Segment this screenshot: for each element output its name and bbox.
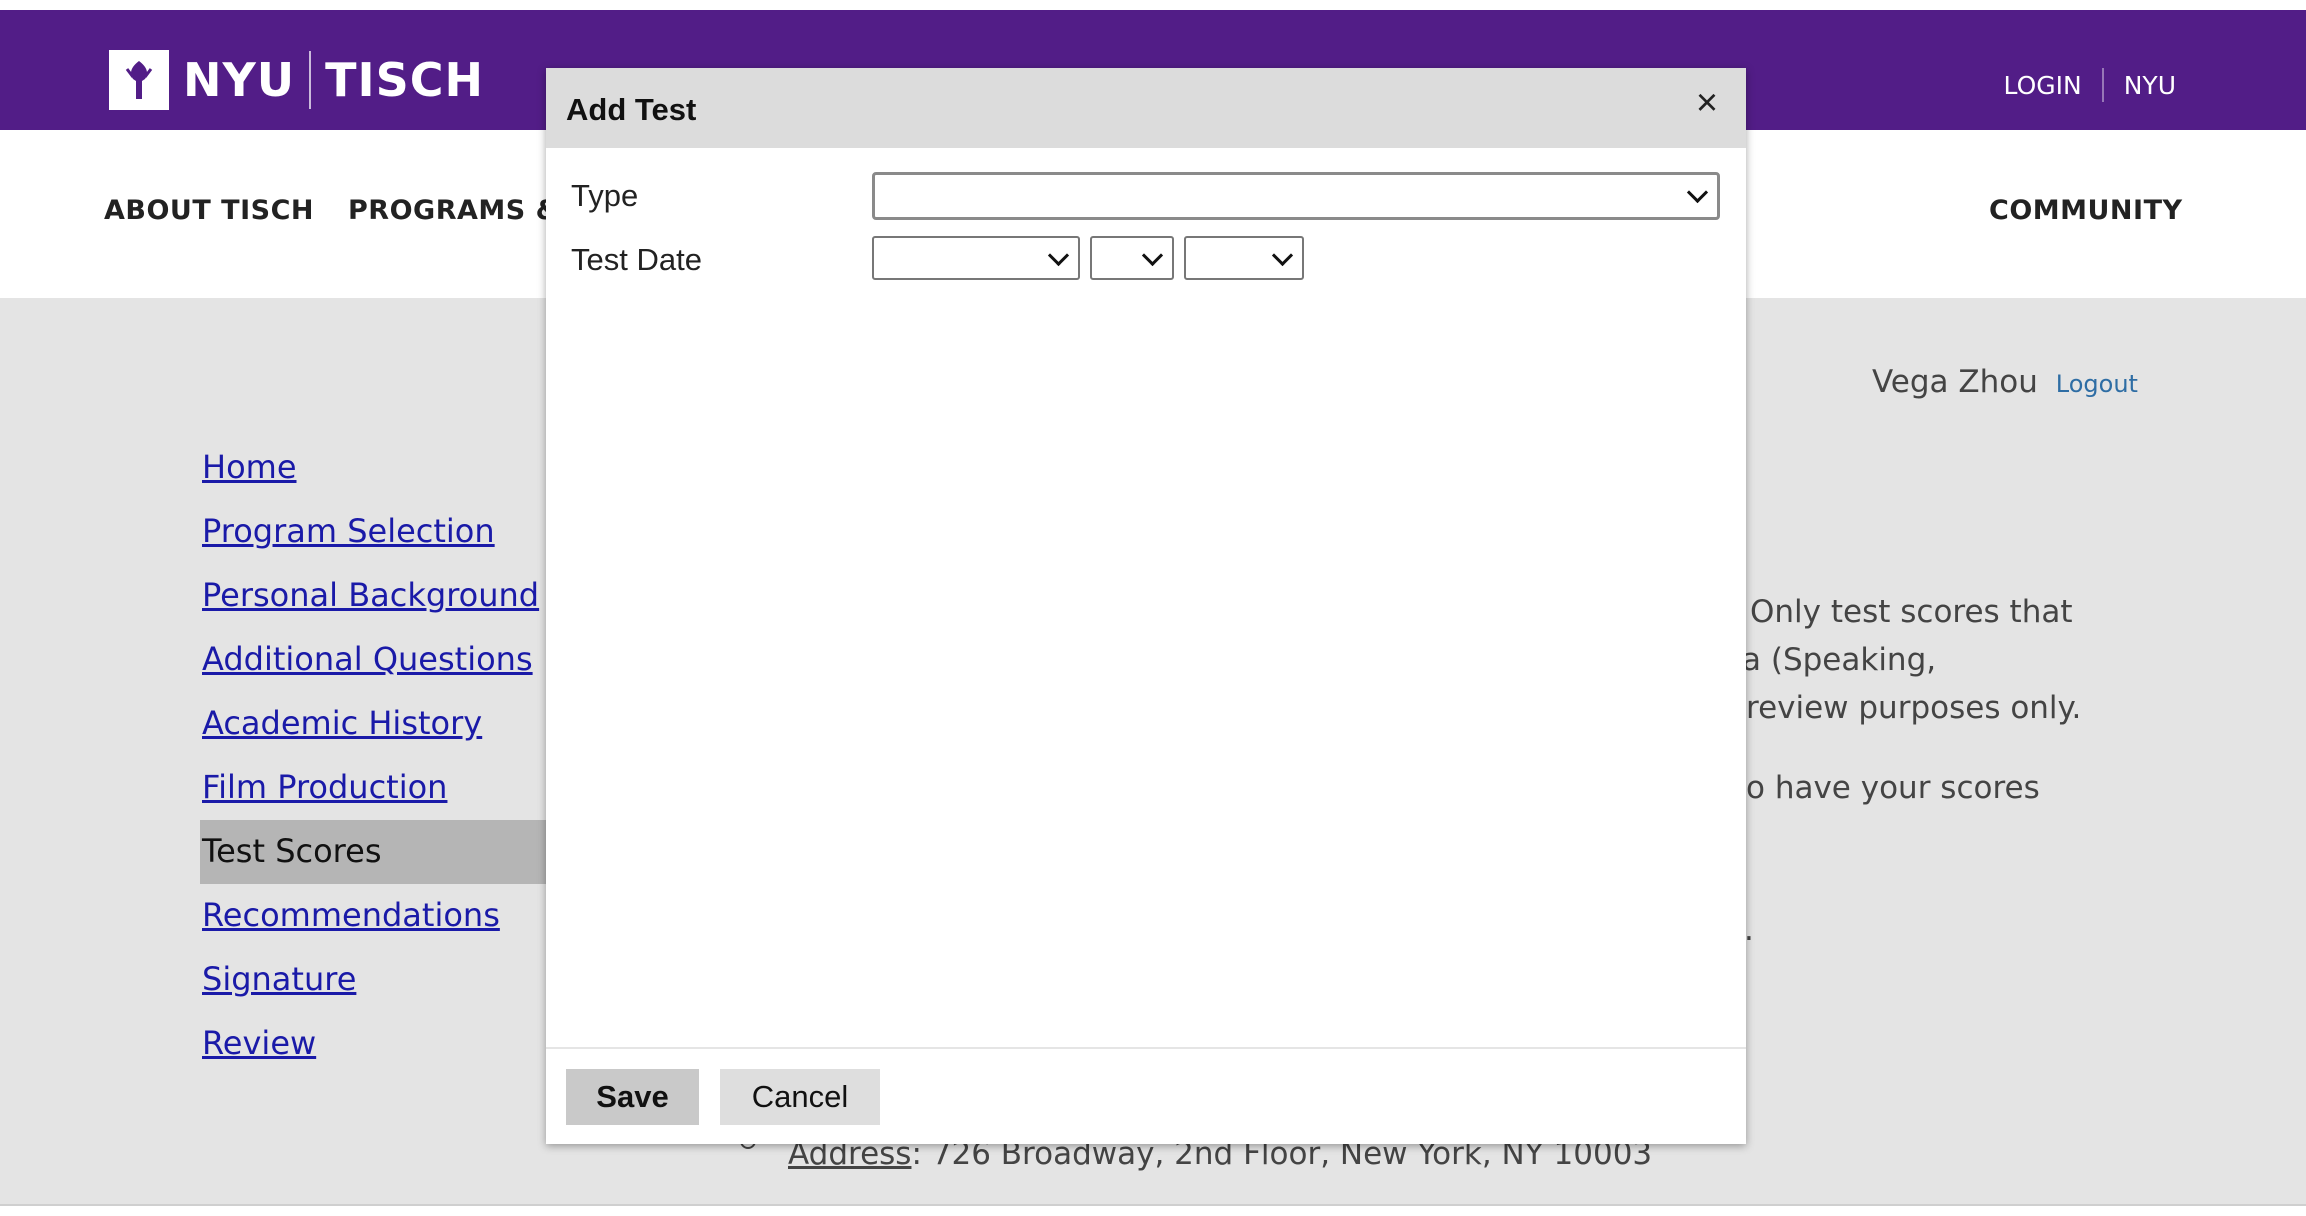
body-text-line: o have your scores xyxy=(1746,770,2040,806)
dialog-title: Add Test xyxy=(566,92,697,127)
cancel-button[interactable]: Cancel xyxy=(720,1069,880,1125)
user-name: Vega Zhou xyxy=(1872,364,2038,400)
sidebar-item-additional-questions[interactable]: Additional Questions xyxy=(200,632,547,696)
body-text-line: review purposes only. xyxy=(1746,690,2082,726)
nav-about-tisch[interactable]: ABOUT TISCH xyxy=(104,195,314,226)
nyu-link[interactable]: NYU xyxy=(2124,71,2176,100)
dialog-header: Add Test × xyxy=(546,68,1746,148)
type-select[interactable] xyxy=(872,172,1720,220)
footer-strip xyxy=(0,1204,2306,1216)
body-text-line: a (Speaking, xyxy=(1742,642,1937,678)
nav-community[interactable]: COMMUNITY xyxy=(1989,195,2183,226)
toplink-divider xyxy=(2101,68,2104,102)
test-date-day-select[interactable] xyxy=(1090,236,1174,280)
sidebar-item-test-scores[interactable]: Test Scores xyxy=(200,820,547,884)
torch-icon xyxy=(109,50,169,110)
chevron-down-icon xyxy=(1141,244,1164,267)
dialog-footer: Save Cancel xyxy=(546,1047,1746,1146)
logo-tisch-text: TISCH xyxy=(325,53,485,107)
test-date-month-select[interactable] xyxy=(872,236,1080,280)
chevron-down-icon xyxy=(1271,244,1294,267)
sidebar-item-signature[interactable]: Signature xyxy=(200,952,547,1016)
sidebar-item-personal-background[interactable]: Personal Background xyxy=(200,568,547,632)
sidebar-item-academic-history[interactable]: Academic History xyxy=(200,696,547,760)
sidebar-item-review[interactable]: Review xyxy=(200,1016,547,1080)
chevron-down-icon xyxy=(1047,244,1070,267)
nyu-tisch-logo[interactable]: NYU TISCH xyxy=(109,50,484,110)
sidebar-item-recommendations[interactable]: Recommendations xyxy=(200,888,547,952)
logout-link[interactable]: Logout xyxy=(2056,370,2138,398)
user-info: Vega Zhou Logout xyxy=(1872,364,2138,400)
sidebar-item-film-production[interactable]: Film Production xyxy=(200,760,547,824)
logo-nyu-text: NYU xyxy=(183,53,296,107)
test-date-label: Test Date xyxy=(571,242,702,277)
type-label: Type xyxy=(571,178,639,213)
login-link[interactable]: LOGIN xyxy=(2004,71,2082,100)
close-icon[interactable]: × xyxy=(1690,84,1724,122)
body-text-line: Only test scores that xyxy=(1750,594,2073,630)
save-button[interactable]: Save xyxy=(566,1069,699,1125)
chevron-down-icon xyxy=(1686,181,1709,204)
sidebar-item-program-selection[interactable]: Program Selection xyxy=(200,504,547,568)
sidebar-item-home[interactable]: Home xyxy=(200,440,547,504)
test-date-year-select[interactable] xyxy=(1184,236,1304,280)
add-test-dialog: Add Test × Type Test Date Save Cancel xyxy=(546,68,1746,1144)
